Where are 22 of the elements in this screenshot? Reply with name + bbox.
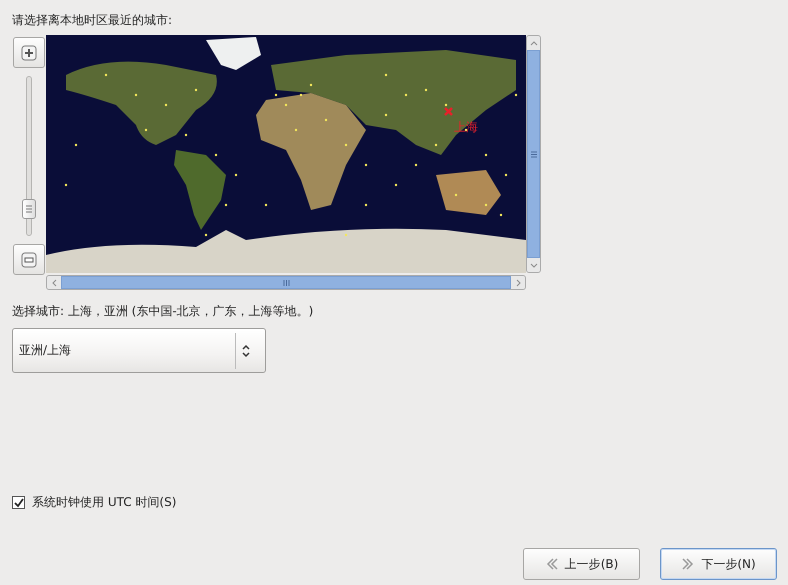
selected-city-label: 选择城市: 上海，亚洲 (东中国-北京，广东，上海等地。) bbox=[12, 303, 314, 320]
up-down-chevron-icon bbox=[241, 344, 251, 358]
zoom-slider-thumb[interactable] bbox=[22, 199, 36, 220]
grip-icon bbox=[282, 280, 290, 286]
plus-icon bbox=[20, 44, 36, 60]
utc-checkbox[interactable]: 系统时钟使用 UTC 时间(S) bbox=[12, 494, 777, 511]
vertical-scrollbar[interactable] bbox=[526, 35, 541, 273]
city-marker-label: 上海 bbox=[454, 119, 478, 136]
grip-icon bbox=[530, 150, 536, 158]
timezone-dropdown[interactable]: 亚洲/上海 bbox=[12, 328, 266, 373]
back-button[interactable]: 上一步(B) bbox=[523, 548, 640, 580]
map-prompt: 请选择离本地时区最近的城市: bbox=[12, 12, 174, 29]
zoom-out-button[interactable] bbox=[12, 244, 44, 275]
location-marker-icon bbox=[444, 107, 453, 116]
zoom-in-button[interactable] bbox=[12, 37, 44, 68]
right-arrow-icon bbox=[681, 557, 696, 571]
left-arrow-icon bbox=[544, 557, 559, 571]
horizontal-scrollbar[interactable] bbox=[46, 275, 526, 290]
utc-checkbox-label: 系统时钟使用 UTC 时间(S) bbox=[32, 494, 176, 511]
checkbox[interactable] bbox=[12, 496, 25, 509]
minus-icon bbox=[20, 252, 36, 268]
next-button[interactable]: 下一步(N) bbox=[660, 548, 777, 580]
